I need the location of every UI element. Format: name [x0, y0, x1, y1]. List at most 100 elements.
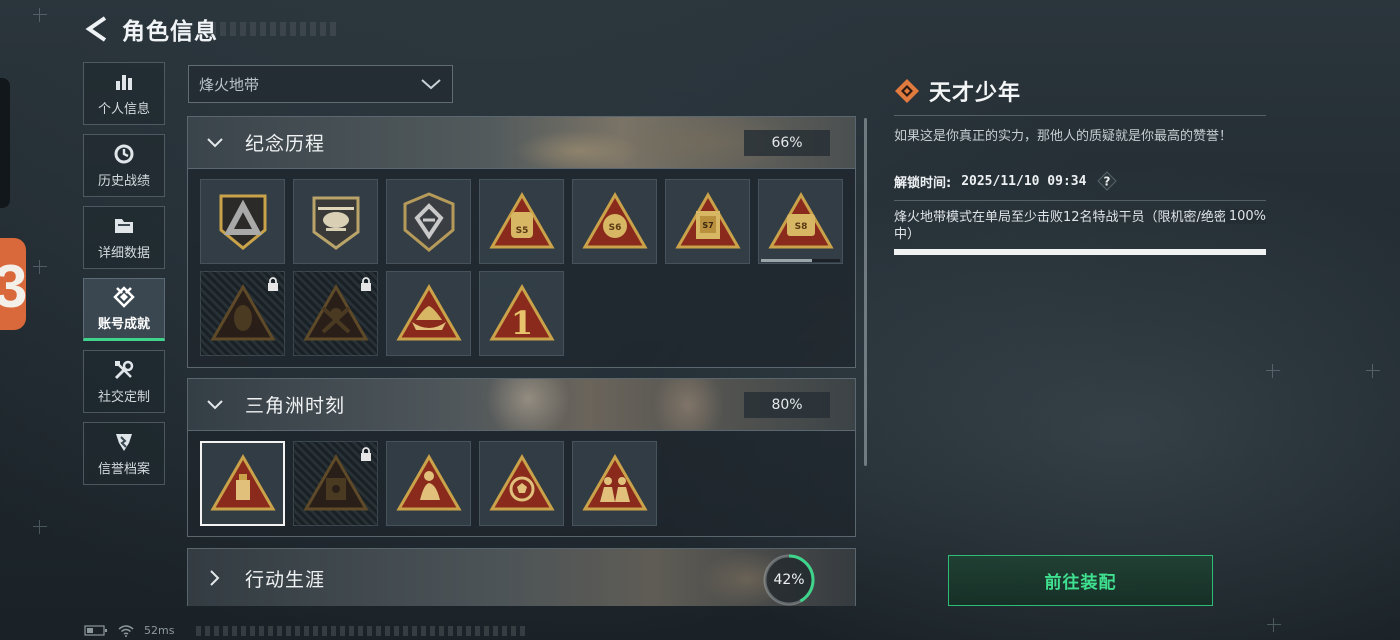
go-equip-label: 前往装配	[1044, 573, 1117, 593]
achievement-section-delta-moments: 三角洲时刻 80%	[187, 378, 856, 537]
lock-icon	[361, 447, 371, 461]
edge-overlay-bar	[0, 78, 10, 208]
divider	[894, 200, 1266, 201]
achievement-badge-locked[interactable]	[293, 271, 378, 356]
edge-app-tab[interactable]: 3	[0, 238, 27, 330]
ping-value: 52ms	[144, 624, 175, 637]
achievement-badge[interactable]	[386, 441, 471, 526]
condition-percent: 100%	[1224, 209, 1266, 224]
achievement-badge-selected[interactable]	[200, 441, 285, 526]
achievement-badge-locked[interactable]	[200, 271, 285, 356]
achievement-badge[interactable]	[479, 441, 564, 526]
nav-item-personal-info[interactable]: 个人信息	[83, 62, 165, 125]
section-title: 三角洲时刻	[245, 395, 346, 417]
unlock-label: 解锁时间:	[894, 175, 952, 191]
mode-dropdown-value: 烽火地带	[199, 75, 260, 94]
achievement-badge[interactable]	[386, 271, 471, 356]
chevron-down-icon	[205, 133, 225, 153]
crate-badge-icon: S8	[767, 191, 834, 248]
crate-badge-icon: S5	[488, 191, 555, 248]
ship-badge-icon	[395, 283, 462, 340]
achievement-badge[interactable]: S7	[665, 179, 750, 264]
squad-badge-icon	[581, 453, 648, 510]
nav-item-achievements[interactable]: 账号成就	[83, 278, 165, 341]
achievement-icon	[113, 285, 135, 308]
achievement-badge[interactable]	[200, 179, 285, 264]
nav-item-label: 信誉档案	[97, 461, 150, 477]
section-header[interactable]: 行动生涯 42%	[188, 549, 855, 606]
status-bar: 52ms	[84, 624, 527, 637]
badge-grid: S5 S6 S7 S8 1	[188, 169, 855, 368]
battery-icon	[84, 625, 107, 636]
achievement-section-career: 行动生涯 42%	[187, 548, 856, 606]
achievement-badge[interactable]: 1	[479, 271, 564, 356]
triangle-shield-badge-icon	[219, 194, 266, 250]
chevron-down-icon	[421, 79, 441, 90]
section-percent: 66%	[744, 130, 830, 156]
bg-cross-decoration	[33, 8, 47, 22]
usb-badge-icon	[209, 453, 276, 510]
svg-text:S5: S5	[515, 226, 528, 236]
crate-badge-icon: S7	[674, 191, 741, 248]
progress-ring: 42%	[761, 552, 817, 606]
crossed-swords-badge-icon	[302, 283, 369, 340]
question-icon[interactable]: ?	[1096, 170, 1118, 192]
nav-item-history[interactable]: 历史战绩	[83, 134, 165, 197]
folder-icon	[113, 215, 135, 237]
achievement-badge[interactable]: S6	[572, 179, 657, 264]
chevron-right-icon	[205, 568, 225, 588]
detail-description: 如果这是你真正的实力，那他人的质疑就是你最高的赞誉！	[894, 129, 1233, 144]
bg-cross-decoration	[33, 520, 47, 534]
badge-grid	[188, 431, 855, 538]
status-decoration	[196, 625, 527, 636]
svg-text:S6: S6	[608, 223, 621, 233]
wifi-icon	[118, 624, 134, 637]
achievement-badge-locked[interactable]	[293, 441, 378, 526]
condition-text: 烽火地带模式在单局至少击败12名特战干员（限机密/绝密行动中）	[894, 210, 1253, 242]
nav-item-label: 详细数据	[97, 245, 150, 261]
history-clock-icon	[113, 143, 135, 165]
nav-item-label: 历史战绩	[97, 173, 150, 189]
chevron-left-icon[interactable]	[84, 14, 110, 44]
nav-item-label: 个人信息	[97, 101, 150, 117]
nav-item-credit-record[interactable]: 信誉档案	[83, 422, 165, 485]
svg-text:S8: S8	[794, 222, 807, 232]
bg-cross-decoration	[33, 260, 47, 274]
mask-badge-icon	[209, 283, 276, 340]
wrench-icon	[113, 359, 135, 381]
nav-item-label: 账号成就	[97, 316, 150, 332]
bar-chart-icon	[113, 71, 135, 93]
helicopter-badge-icon	[312, 196, 359, 250]
mode-dropdown[interactable]: 烽火地带	[188, 65, 453, 103]
divider	[894, 115, 1266, 116]
section-percent: 42%	[773, 572, 805, 588]
unlock-time-row: 解锁时间: 2025/11/10 09:34 ?	[894, 168, 1266, 194]
go-equip-button[interactable]: 前往装配	[948, 555, 1213, 606]
svg-text:?: ?	[1104, 175, 1111, 189]
list-scrollbar[interactable]	[864, 118, 867, 466]
unlock-time: 2025/11/10 09:34	[961, 173, 1087, 189]
section-percent: 80%	[744, 392, 830, 418]
section-title: 纪念历程	[245, 133, 326, 155]
lock-icon	[268, 277, 278, 291]
crate-badge-icon: S6	[581, 191, 648, 248]
detail-header: 天才少年	[894, 72, 1266, 110]
figure-badge-icon	[395, 453, 462, 510]
section-header[interactable]: 纪念历程 66%	[188, 117, 855, 169]
section-title: 行动生涯	[245, 568, 326, 591]
achievement-badge[interactable]: S5	[479, 179, 564, 264]
soccer-badge-icon	[488, 453, 555, 510]
achievement-section-memorial: 纪念历程 66% S5 S6 S7 S8 1	[187, 116, 856, 368]
nav-item-social-custom[interactable]: 社交定制	[83, 350, 165, 413]
achievement-badge[interactable]	[293, 179, 378, 264]
nav-item-detailed-data[interactable]: 详细数据	[83, 206, 165, 269]
achievement-badge[interactable]	[386, 179, 471, 264]
achievement-badge[interactable]	[572, 441, 657, 526]
achievement-badge[interactable]: S8	[758, 179, 843, 264]
number-one-badge-icon: 1	[488, 283, 555, 342]
section-header[interactable]: 三角洲时刻 80%	[188, 379, 855, 431]
achievement-list: 纪念历程 66% S5 S6 S7 S8 1 三角洲时刻 80% 行动生涯 42…	[187, 116, 856, 606]
bg-cross-decoration	[1266, 364, 1280, 378]
bg-cross-decoration	[1267, 618, 1281, 632]
page-title: 角色信息	[122, 19, 218, 45]
